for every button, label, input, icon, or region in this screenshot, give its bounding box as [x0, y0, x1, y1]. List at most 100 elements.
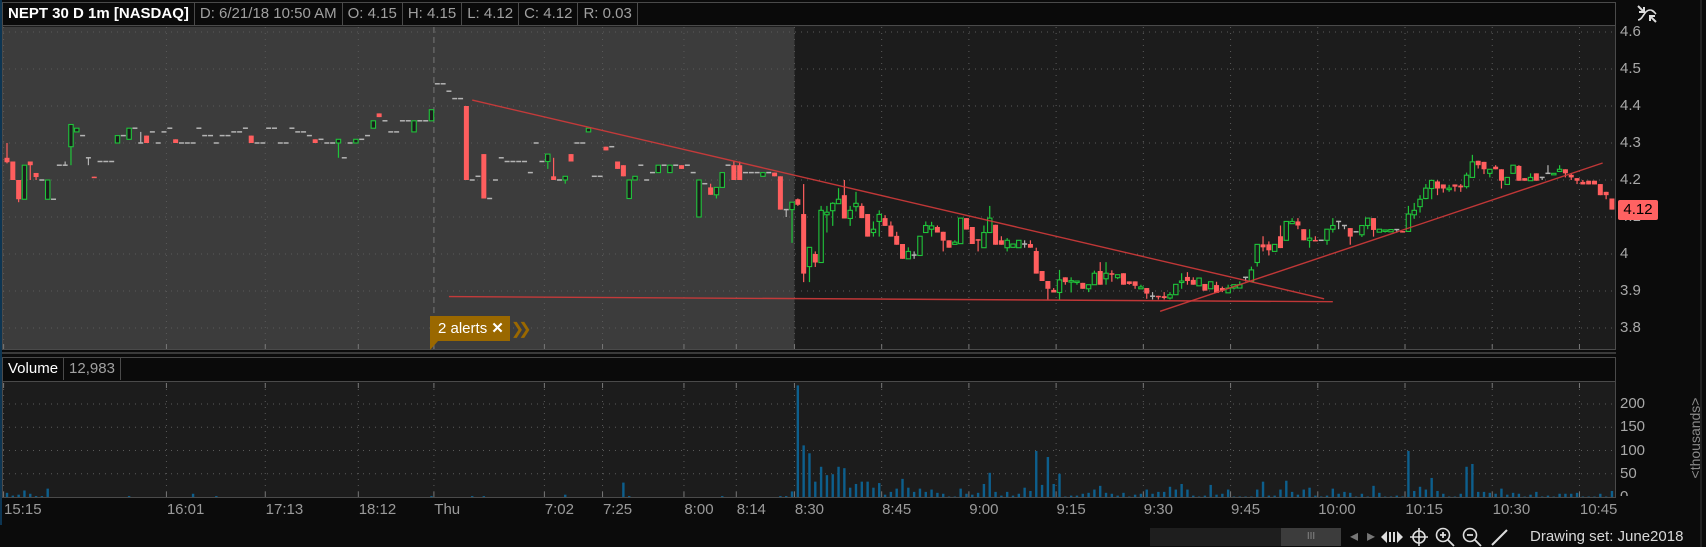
- candle-down: [963, 218, 969, 230]
- candle-up: [1428, 179, 1435, 200]
- scrollbar-thumb[interactable]: III: [1281, 528, 1341, 546]
- candle-up: [1207, 281, 1214, 290]
- candle-body: [789, 201, 795, 211]
- alerts-badge-body[interactable]: 2 alerts ✕: [430, 316, 510, 350]
- volume-bar: [1442, 493, 1445, 497]
- pan-icon[interactable]: [1380, 529, 1404, 545]
- volume-bar: [1099, 485, 1102, 497]
- chart-canvas[interactable]: [0, 0, 1706, 547]
- drawing-set-selector[interactable]: Drawing set: June2018: [1530, 528, 1683, 546]
- candle-up: [1283, 220, 1290, 241]
- candle-down: [1295, 218, 1301, 230]
- time-tick-label: 16:01: [166, 501, 205, 518]
- candle-body: [1144, 288, 1150, 294]
- price-tick-label: 4.2: [1620, 171, 1641, 188]
- candle-down: [1475, 160, 1481, 169]
- candle-body: [620, 165, 626, 177]
- volume-bar: [1558, 493, 1561, 497]
- volume-bar: [1465, 466, 1468, 497]
- candle-doji: [1539, 176, 1545, 180]
- volume-bar: [1459, 493, 1462, 497]
- candle-body: [1324, 228, 1330, 241]
- candle-doji: [1022, 240, 1028, 248]
- volume-bar: [1122, 492, 1125, 497]
- volume-bar: [1494, 493, 1497, 497]
- candle-body: [1068, 280, 1074, 283]
- candle-body: [1103, 272, 1109, 280]
- volume-bar: [1256, 489, 1259, 497]
- volume-bar: [1157, 491, 1160, 497]
- candle-body: [1411, 209, 1417, 216]
- candle-body: [1132, 281, 1138, 286]
- candle-body: [1306, 237, 1313, 241]
- candle-down: [312, 139, 318, 143]
- volume-bar: [1343, 491, 1346, 497]
- volume-bar: [848, 487, 852, 497]
- volume-bar: [819, 466, 823, 497]
- zoom-out-icon[interactable]: [1462, 527, 1482, 547]
- volume-bar: [808, 453, 811, 497]
- candle-down: [173, 139, 179, 143]
- candle-down: [1591, 180, 1597, 185]
- volume-bar: [46, 488, 49, 497]
- volume-bar: [1488, 492, 1492, 497]
- candle-body: [1114, 274, 1121, 279]
- candle-body: [1196, 277, 1202, 287]
- candle-down: [1161, 292, 1167, 300]
- candle-body: [1167, 294, 1173, 299]
- draw-line-icon[interactable]: [1490, 528, 1508, 546]
- candle-body: [68, 123, 74, 148]
- candle-up: [353, 138, 359, 144]
- candle-body: [114, 135, 121, 144]
- candle-body: [1428, 179, 1435, 190]
- time-tick-label: 9:15: [1056, 501, 1086, 518]
- volume-bar: [1168, 486, 1172, 497]
- candle-body: [1440, 184, 1446, 189]
- candle-body: [353, 138, 359, 144]
- candle-body: [952, 241, 958, 245]
- candle-up: [853, 191, 859, 212]
- candle-body: [1469, 161, 1476, 178]
- candle-body: [772, 172, 778, 177]
- zoom-in-icon[interactable]: [1435, 527, 1455, 547]
- candle-body: [1364, 217, 1371, 227]
- candle-body: [760, 172, 766, 177]
- candle-down: [1155, 295, 1161, 300]
- candle-doji: [1150, 292, 1156, 300]
- candle-body: [1109, 273, 1115, 275]
- volume-bar: [1139, 493, 1143, 497]
- volume-bar: [482, 496, 486, 497]
- scroll-right-button[interactable]: ▸: [1367, 528, 1375, 546]
- volume-bar: [1349, 492, 1352, 497]
- volume-bar: [1511, 492, 1515, 497]
- candle-down: [1033, 247, 1039, 274]
- volume-unit-label: <thousands>: [1687, 397, 1703, 479]
- candle-body: [1207, 281, 1214, 290]
- crosshair-icon[interactable]: [1410, 528, 1428, 546]
- volume-bar: [901, 478, 904, 497]
- volume-bar: [564, 494, 567, 497]
- candle-down: [1120, 273, 1126, 285]
- volume-bar: [1005, 491, 1009, 497]
- candle-body: [841, 195, 847, 219]
- candle-down: [1184, 272, 1190, 285]
- candle-up: [1068, 277, 1074, 293]
- candle-body: [4, 157, 10, 163]
- scroll-left-button[interactable]: ◂: [1350, 528, 1358, 546]
- candle-down: [481, 154, 487, 199]
- time-tick-label: 8:30: [794, 501, 825, 518]
- alerts-badge[interactable]: 2 alerts ✕ ❯❯: [430, 316, 532, 350]
- candle-body: [551, 176, 557, 180]
- volume-bar: [837, 466, 840, 497]
- volume-bar: [1023, 487, 1026, 497]
- candle-body: [1312, 239, 1318, 242]
- candle-body: [1597, 184, 1603, 196]
- time-tick-label: 17:13: [265, 501, 304, 518]
- candle-up: [1138, 284, 1144, 290]
- collapse-arrows-icon[interactable]: [1636, 4, 1658, 24]
- volume-bar: [1407, 450, 1410, 497]
- candle-down: [568, 154, 574, 162]
- candle-body: [1138, 286, 1144, 290]
- volume-bar: [971, 494, 974, 497]
- close-icon[interactable]: ✕: [491, 320, 504, 337]
